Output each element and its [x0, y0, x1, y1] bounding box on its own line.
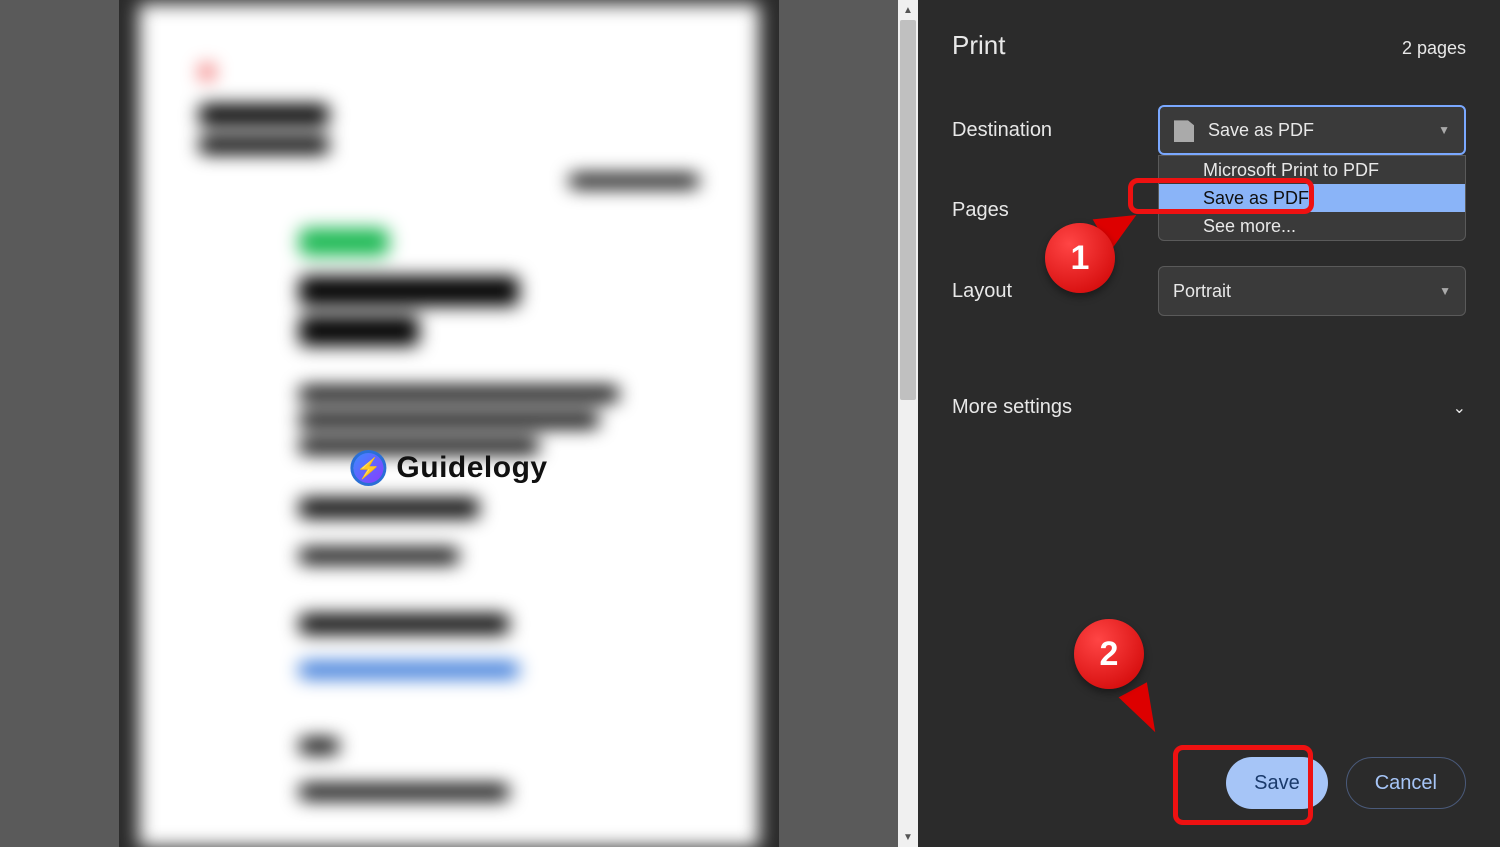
page-count: 2 pages [1402, 38, 1466, 59]
preview-page-blurred [139, 4, 759, 847]
destination-select[interactable]: Save as PDF ▼ [1158, 105, 1466, 155]
preview-scrollbar[interactable]: ▲ ▼ [898, 0, 918, 847]
layout-selected-value: Portrait [1173, 281, 1231, 302]
destination-option-save-pdf[interactable]: Save as PDF [1159, 184, 1465, 212]
scroll-thumb[interactable] [900, 20, 916, 400]
guidelogy-watermark: ⚡ Guidelogy [350, 450, 547, 486]
guidelogy-logo-icon: ⚡ [350, 450, 386, 486]
chevron-down-icon: ▼ [1439, 284, 1451, 298]
print-preview-area: ⚡ Guidelogy [0, 0, 898, 847]
annotation-pointer-2 [1119, 682, 1170, 739]
destination-dropdown: Microsoft Print to PDF Save as PDF See m… [1158, 155, 1466, 241]
panel-title: Print [952, 30, 1005, 61]
destination-option-ms-print[interactable]: Microsoft Print to PDF [1159, 156, 1465, 184]
pdf-file-icon [1174, 118, 1194, 142]
save-button[interactable]: Save [1226, 757, 1328, 809]
chevron-down-icon: ⌄ [1453, 398, 1466, 418]
scroll-up-arrow-icon[interactable]: ▲ [898, 0, 918, 20]
preview-page-container: ⚡ Guidelogy [119, 0, 779, 847]
layout-select[interactable]: Portrait ▼ [1158, 266, 1466, 316]
chevron-down-icon: ▼ [1438, 123, 1450, 137]
annotation-step-1: 1 [1045, 223, 1115, 293]
more-settings-toggle[interactable]: More settings ⌄ [952, 380, 1466, 435]
more-settings-label: More settings [952, 396, 1072, 419]
print-settings-panel: Print 2 pages Destination Save as PDF ▼ … [918, 0, 1500, 847]
scroll-down-arrow-icon[interactable]: ▼ [898, 827, 918, 847]
cancel-button[interactable]: Cancel [1346, 757, 1466, 809]
destination-selected-value: Save as PDF [1208, 120, 1314, 141]
destination-option-see-more[interactable]: See more... [1159, 212, 1465, 240]
annotation-step-2: 2 [1074, 619, 1144, 689]
guidelogy-logo-text: Guidelogy [396, 451, 547, 485]
destination-label: Destination [952, 119, 1158, 142]
